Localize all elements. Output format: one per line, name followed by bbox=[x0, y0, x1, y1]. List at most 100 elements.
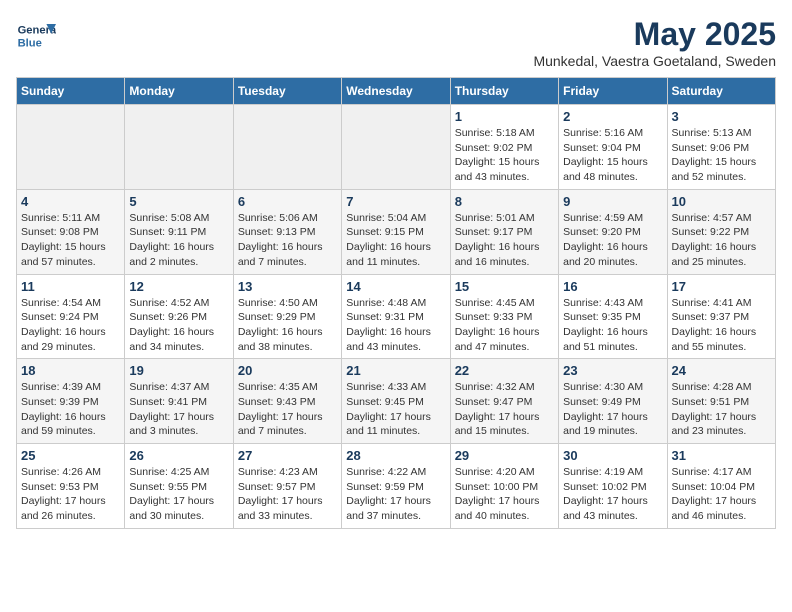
day-info: Sunrise: 4:52 AM Sunset: 9:26 PM Dayligh… bbox=[129, 296, 228, 355]
calendar-week-row: 11 Sunrise: 4:54 AM Sunset: 9:24 PM Dayli… bbox=[17, 274, 776, 359]
table-row: 20 Sunrise: 4:35 AM Sunset: 9:43 PM Dayli… bbox=[233, 359, 341, 444]
logo: General Blue bbox=[16, 16, 56, 56]
col-sunday: Sunday bbox=[17, 78, 125, 105]
day-info: Sunrise: 5:01 AM Sunset: 9:17 PM Dayligh… bbox=[455, 211, 554, 270]
table-row: 6 Sunrise: 5:06 AM Sunset: 9:13 PM Daylig… bbox=[233, 189, 341, 274]
day-number: 16 bbox=[563, 279, 662, 294]
table-row bbox=[342, 105, 450, 190]
page-header: General Blue May 2025 Munkedal, Vaestra … bbox=[16, 16, 776, 69]
day-info: Sunrise: 4:59 AM Sunset: 9:20 PM Dayligh… bbox=[563, 211, 662, 270]
day-number: 2 bbox=[563, 109, 662, 124]
table-row: 1 Sunrise: 5:18 AM Sunset: 9:02 PM Daylig… bbox=[450, 105, 558, 190]
day-info: Sunrise: 4:54 AM Sunset: 9:24 PM Dayligh… bbox=[21, 296, 120, 355]
table-row: 26 Sunrise: 4:25 AM Sunset: 9:55 PM Dayli… bbox=[125, 444, 233, 529]
day-info: Sunrise: 4:39 AM Sunset: 9:39 PM Dayligh… bbox=[21, 380, 120, 439]
col-saturday: Saturday bbox=[667, 78, 775, 105]
col-wednesday: Wednesday bbox=[342, 78, 450, 105]
table-row: 9Sunrise: 4:59 AM Sunset: 9:20 PM Daylig… bbox=[559, 189, 667, 274]
calendar-week-row: 1 Sunrise: 5:18 AM Sunset: 9:02 PM Daylig… bbox=[17, 105, 776, 190]
day-number: 21 bbox=[346, 363, 445, 378]
table-row bbox=[125, 105, 233, 190]
table-row: 11 Sunrise: 4:54 AM Sunset: 9:24 PM Dayli… bbox=[17, 274, 125, 359]
day-number: 3 bbox=[672, 109, 771, 124]
day-info: Sunrise: 4:25 AM Sunset: 9:55 PM Dayligh… bbox=[129, 465, 228, 524]
day-info: Sunrise: 5:04 AM Sunset: 9:15 PM Dayligh… bbox=[346, 211, 445, 270]
calendar-week-row: 18 Sunrise: 4:39 AM Sunset: 9:39 PM Dayli… bbox=[17, 359, 776, 444]
table-row: 10 Sunrise: 4:57 AM Sunset: 9:22 PM Dayli… bbox=[667, 189, 775, 274]
table-row: 23Sunrise: 4:30 AM Sunset: 9:49 PM Dayli… bbox=[559, 359, 667, 444]
table-row bbox=[17, 105, 125, 190]
day-number: 22 bbox=[455, 363, 554, 378]
title-block: May 2025 Munkedal, Vaestra Goetaland, Sw… bbox=[533, 16, 776, 69]
day-info: Sunrise: 4:43 AM Sunset: 9:35 PM Dayligh… bbox=[563, 296, 662, 355]
day-number: 19 bbox=[129, 363, 228, 378]
day-number: 4 bbox=[21, 194, 120, 209]
day-number: 10 bbox=[672, 194, 771, 209]
table-row: 19 Sunrise: 4:37 AM Sunset: 9:41 PM Dayli… bbox=[125, 359, 233, 444]
day-number: 13 bbox=[238, 279, 337, 294]
day-number: 26 bbox=[129, 448, 228, 463]
table-row: 31Sunrise: 4:17 AM Sunset: 10:04 PM Dayl… bbox=[667, 444, 775, 529]
day-info: Sunrise: 4:41 AM Sunset: 9:37 PM Dayligh… bbox=[672, 296, 771, 355]
table-row: 4 Sunrise: 5:11 AM Sunset: 9:08 PM Daylig… bbox=[17, 189, 125, 274]
col-thursday: Thursday bbox=[450, 78, 558, 105]
table-row: 15Sunrise: 4:45 AM Sunset: 9:33 PM Dayli… bbox=[450, 274, 558, 359]
day-number: 7 bbox=[346, 194, 445, 209]
day-number: 12 bbox=[129, 279, 228, 294]
table-row: 18 Sunrise: 4:39 AM Sunset: 9:39 PM Dayli… bbox=[17, 359, 125, 444]
table-row: 21 Sunrise: 4:33 AM Sunset: 9:45 PM Dayli… bbox=[342, 359, 450, 444]
day-info: Sunrise: 4:17 AM Sunset: 10:04 PM Daylig… bbox=[672, 465, 771, 524]
day-info: Sunrise: 4:57 AM Sunset: 9:22 PM Dayligh… bbox=[672, 211, 771, 270]
table-row: 14 Sunrise: 4:48 AM Sunset: 9:31 PM Dayli… bbox=[342, 274, 450, 359]
day-info: Sunrise: 4:33 AM Sunset: 9:45 PM Dayligh… bbox=[346, 380, 445, 439]
day-number: 27 bbox=[238, 448, 337, 463]
table-row: 27 Sunrise: 4:23 AM Sunset: 9:57 PM Dayli… bbox=[233, 444, 341, 529]
day-info: Sunrise: 4:37 AM Sunset: 9:41 PM Dayligh… bbox=[129, 380, 228, 439]
day-number: 28 bbox=[346, 448, 445, 463]
col-monday: Monday bbox=[125, 78, 233, 105]
svg-text:Blue: Blue bbox=[18, 37, 42, 49]
table-row: 30 Sunrise: 4:19 AM Sunset: 10:02 PM Dayl… bbox=[559, 444, 667, 529]
day-info: Sunrise: 4:45 AM Sunset: 9:33 PM Dayligh… bbox=[455, 296, 554, 355]
location-subtitle: Munkedal, Vaestra Goetaland, Sweden bbox=[533, 53, 776, 69]
col-tuesday: Tuesday bbox=[233, 78, 341, 105]
day-number: 1 bbox=[455, 109, 554, 124]
table-row: 28 Sunrise: 4:22 AM Sunset: 9:59 PM Dayli… bbox=[342, 444, 450, 529]
day-info: Sunrise: 4:28 AM Sunset: 9:51 PM Dayligh… bbox=[672, 380, 771, 439]
table-row: 12 Sunrise: 4:52 AM Sunset: 9:26 PM Dayli… bbox=[125, 274, 233, 359]
table-row: 3 Sunrise: 5:13 AM Sunset: 9:06 PM Daylig… bbox=[667, 105, 775, 190]
day-info: Sunrise: 4:30 AM Sunset: 9:49 PM Dayligh… bbox=[563, 380, 662, 439]
day-info: Sunrise: 5:13 AM Sunset: 9:06 PM Dayligh… bbox=[672, 126, 771, 185]
day-number: 5 bbox=[129, 194, 228, 209]
calendar-table: Sunday Monday Tuesday Wednesday Thursday… bbox=[16, 77, 776, 529]
day-number: 17 bbox=[672, 279, 771, 294]
day-number: 29 bbox=[455, 448, 554, 463]
day-info: Sunrise: 4:19 AM Sunset: 10:02 PM Daylig… bbox=[563, 465, 662, 524]
day-info: Sunrise: 5:06 AM Sunset: 9:13 PM Dayligh… bbox=[238, 211, 337, 270]
day-number: 24 bbox=[672, 363, 771, 378]
day-info: Sunrise: 4:20 AM Sunset: 10:00 PM Daylig… bbox=[455, 465, 554, 524]
day-number: 6 bbox=[238, 194, 337, 209]
day-number: 20 bbox=[238, 363, 337, 378]
day-info: Sunrise: 4:32 AM Sunset: 9:47 PM Dayligh… bbox=[455, 380, 554, 439]
day-info: Sunrise: 4:26 AM Sunset: 9:53 PM Dayligh… bbox=[21, 465, 120, 524]
day-number: 25 bbox=[21, 448, 120, 463]
day-number: 11 bbox=[21, 279, 120, 294]
day-info: Sunrise: 5:16 AM Sunset: 9:04 PM Dayligh… bbox=[563, 126, 662, 185]
table-row: 25 Sunrise: 4:26 AM Sunset: 9:53 PM Dayli… bbox=[17, 444, 125, 529]
day-info: Sunrise: 4:35 AM Sunset: 9:43 PM Dayligh… bbox=[238, 380, 337, 439]
day-info: Sunrise: 5:18 AM Sunset: 9:02 PM Dayligh… bbox=[455, 126, 554, 185]
logo-icon: General Blue bbox=[16, 16, 56, 56]
table-row: 16 Sunrise: 4:43 AM Sunset: 9:35 PM Dayli… bbox=[559, 274, 667, 359]
day-info: Sunrise: 4:23 AM Sunset: 9:57 PM Dayligh… bbox=[238, 465, 337, 524]
day-number: 14 bbox=[346, 279, 445, 294]
table-row: 7 Sunrise: 5:04 AM Sunset: 9:15 PM Daylig… bbox=[342, 189, 450, 274]
calendar-week-row: 4 Sunrise: 5:11 AM Sunset: 9:08 PM Daylig… bbox=[17, 189, 776, 274]
calendar-header-row: Sunday Monday Tuesday Wednesday Thursday… bbox=[17, 78, 776, 105]
day-info: Sunrise: 4:22 AM Sunset: 9:59 PM Dayligh… bbox=[346, 465, 445, 524]
day-number: 18 bbox=[21, 363, 120, 378]
day-info: Sunrise: 4:48 AM Sunset: 9:31 PM Dayligh… bbox=[346, 296, 445, 355]
day-info: Sunrise: 5:11 AM Sunset: 9:08 PM Dayligh… bbox=[21, 211, 120, 270]
day-number: 30 bbox=[563, 448, 662, 463]
day-info: Sunrise: 4:50 AM Sunset: 9:29 PM Dayligh… bbox=[238, 296, 337, 355]
